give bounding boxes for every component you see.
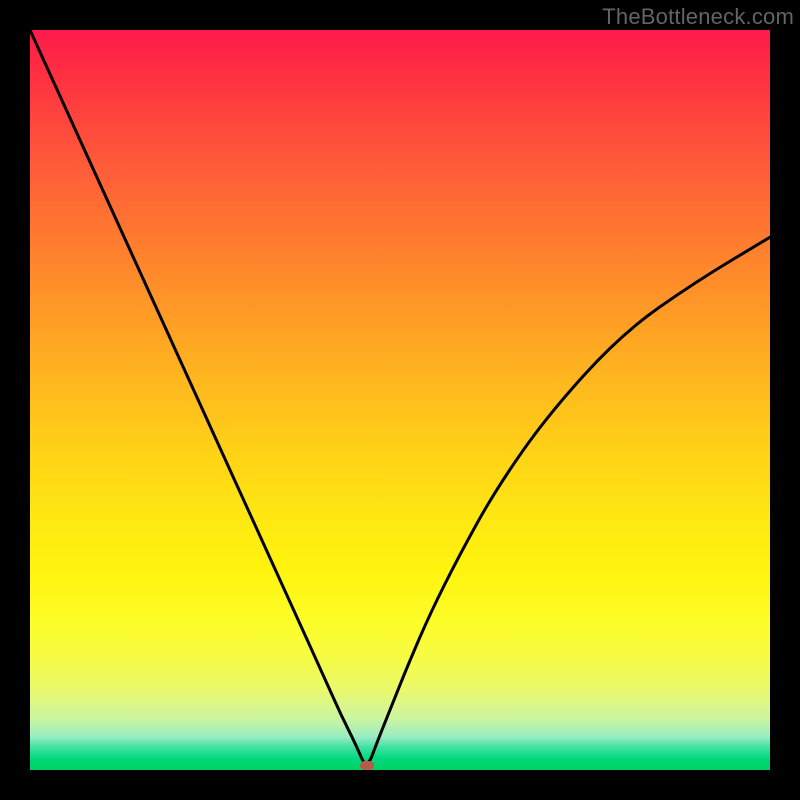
outer-frame: TheBottleneck.com xyxy=(0,0,800,800)
watermark-text: TheBottleneck.com xyxy=(602,4,794,30)
optimal-marker xyxy=(360,761,374,770)
plot-area xyxy=(30,30,770,770)
bottleneck-curve xyxy=(30,30,770,770)
